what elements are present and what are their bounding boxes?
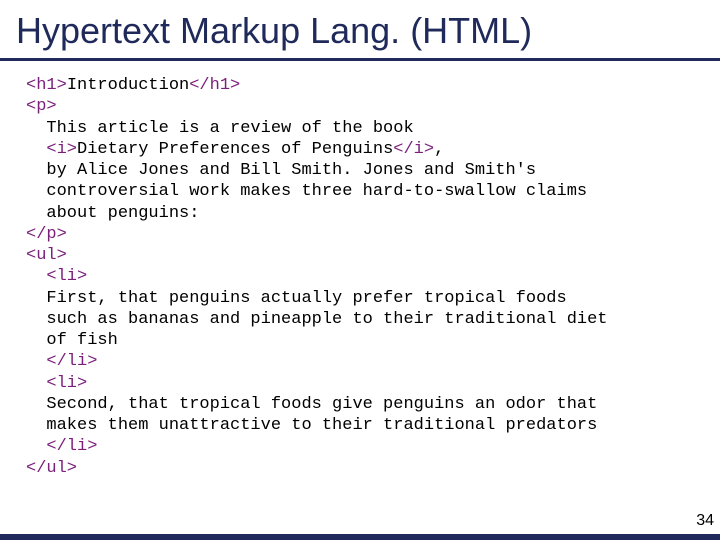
- tag-li-close: </li>: [26, 437, 97, 456]
- code-block: <h1>Introduction</h1> <p> This article i…: [0, 61, 720, 479]
- tag-ul-open: <ul>: [26, 246, 67, 265]
- code-text: makes them unattractive to their traditi…: [26, 416, 597, 435]
- tag-ul-close: </ul>: [26, 459, 77, 478]
- tag-li-open: <li>: [26, 267, 87, 286]
- slide: Hypertext Markup Lang. (HTML) <h1>Introd…: [0, 0, 720, 540]
- bottom-bar: [0, 534, 720, 540]
- code-text: of fish: [26, 331, 118, 350]
- tag-p-close: </p>: [26, 225, 67, 244]
- tag-li-close: </li>: [26, 352, 97, 371]
- page-number: 34: [696, 512, 714, 530]
- code-text: This article is a review of the book: [26, 119, 414, 138]
- code-text: about penguins:: [26, 204, 199, 223]
- code-text: by Alice Jones and Bill Smith. Jones and…: [26, 161, 536, 180]
- code-text: First, that penguins actually prefer tro…: [26, 289, 567, 308]
- code-text: such as bananas and pineapple to their t…: [26, 310, 608, 329]
- code-text: Dietary Preferences of Penguins: [77, 140, 393, 159]
- tag-h1-open: <h1>: [26, 76, 67, 95]
- tag-li-open: <li>: [26, 374, 87, 393]
- slide-title: Hypertext Markup Lang. (HTML): [0, 0, 720, 56]
- tag-i-close: </i>: [393, 140, 434, 159]
- code-text: controversial work makes three hard-to-s…: [26, 182, 587, 201]
- code-text: ,: [434, 140, 444, 159]
- code-text: Introduction: [67, 76, 189, 95]
- tag-i-open: <i>: [46, 140, 77, 159]
- code-text: [26, 140, 46, 159]
- tag-p-open: <p>: [26, 97, 57, 116]
- code-text: Second, that tropical foods give penguin…: [26, 395, 597, 414]
- tag-h1-close: </h1>: [189, 76, 240, 95]
